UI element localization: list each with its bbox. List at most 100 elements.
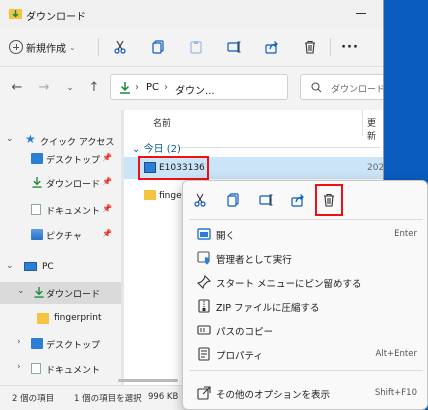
open-icon [197,228,211,240]
folder-icon [144,190,156,200]
document-icon [31,363,41,374]
title-bar: ダウンロード [0,0,383,28]
folder-icon [37,313,49,324]
desktop-icon [31,153,43,164]
copy-icon [227,193,239,207]
new-button-label: 新規作成 [26,43,66,55]
nav-item-pc-documents[interactable]: › ドキュメント [0,358,121,380]
column-header-name[interactable]: 名前 [153,116,171,129]
address-bar-row: ← → ⌄ ↑ › PC › ダウン... ダウンロードの [0,66,383,110]
ctx-copy-button[interactable] [222,189,244,211]
rename-icon [227,41,241,53]
up-arrow-icon[interactable]: ↑ [86,80,102,96]
menu-item-label: 管理者として実行 [216,255,292,266]
menu-item-label: プロパティ [216,351,263,362]
context-menu: 開く Enter 管理者として実行 スタート メニューにピン留めする ZIP フ… [182,180,428,410]
ctx-rename-button[interactable] [255,189,277,211]
menu-item-label: ZIP ファイルに圧縮する [216,303,320,314]
star-icon: ★ [25,132,36,146]
menu-item-compress-zip[interactable]: ZIP ファイルに圧縮する [183,295,428,317]
paste-button[interactable] [186,37,206,57]
nav-label: ピクチャ [46,232,82,242]
menu-item-label: パスのコピー [216,327,274,338]
trash-icon [305,40,315,54]
nav-label: PC [42,262,54,272]
desktop-icon [31,338,43,349]
nav-label: デスクトップ [46,341,101,351]
nav-label: ドキュメント [46,366,101,376]
zip-icon [198,299,210,313]
nav-item-pc[interactable]: ⌄ PC [0,257,121,279]
selection-highlight [138,156,209,180]
nav-item-documents[interactable]: ドキュメント 📌 [0,199,121,221]
new-button[interactable]: 新規作成 ⌄ [9,38,76,56]
breadcrumb-folder[interactable]: ダウン... [175,82,215,97]
back-arrow-icon[interactable]: ← [9,80,25,96]
file-date: 2022 [367,163,384,173]
nav-label: クイック アクセス [40,138,115,148]
chevron-right-icon: › [17,337,21,347]
menu-item-more-options[interactable]: その他のオプションを表示 Shift+F10 [183,382,428,404]
more-options-icon[interactable]: ··· [340,37,360,57]
chevron-down-icon: ⌄ [132,144,141,155]
divider [189,219,423,220]
scissors-icon [114,40,126,54]
forward-arrow-icon[interactable]: → [36,80,52,96]
menu-item-shortcut: Enter [394,229,417,239]
divider [98,38,99,56]
copy-button[interactable] [148,37,168,57]
menu-item-copy-path[interactable]: パスのコピー [183,319,428,341]
ctx-share-button[interactable] [287,189,309,211]
chevron-right-icon: › [17,362,21,372]
nav-item-pc-desktop[interactable]: › デスクトップ [0,333,121,355]
menu-item-shortcut: Shift+F10 [374,388,417,398]
address-bar[interactable]: › PC › ダウン... [110,74,288,100]
search-placeholder: ダウンロードの [331,85,383,95]
column-header-modified[interactable]: 更新 [367,116,383,142]
search-icon [311,82,322,93]
breadcrumb-pc[interactable]: PC [146,82,159,93]
document-icon [31,204,41,215]
selected-count: 1 個の項目を選択 [74,394,142,404]
horizontal-scrollbar[interactable] [118,379,178,382]
pin-icon: 📌 [102,153,112,162]
nav-item-fingerprint[interactable]: fingerprint [0,308,121,330]
navigation-pane: ⌄ ★ クイック アクセス デスクトップ 📌 ダウンロード 📌 ドキュメント 📌… [0,110,121,385]
menu-item-properties[interactable]: プロパティ Alt+Enter [183,343,428,365]
menu-item-run-as-admin[interactable]: 管理者として実行 [183,247,428,269]
download-arrow-icon [120,82,130,94]
recent-chevron-icon[interactable]: ⌄ [62,80,78,96]
menu-item-open[interactable]: 開く Enter [183,223,428,245]
download-arrow-icon [34,287,44,298]
pictures-icon [31,229,43,240]
nav-label: ダウンロード [46,180,101,190]
share-button[interactable] [262,37,282,57]
nav-label: fingerprint [54,313,102,323]
delete-highlight [315,184,343,216]
group-header-today[interactable]: ⌄ 今日 (2) [132,140,181,155]
nav-item-downloads[interactable]: ダウンロード 📌 [0,172,121,194]
divider [330,38,331,56]
download-arrow-icon [32,177,42,188]
rename-button[interactable] [224,37,244,57]
group-divider [180,147,380,148]
menu-item-label: 開く [216,231,236,242]
group-label: 今日 (2) [143,144,181,155]
menu-item-shortcut: Alt+Enter [375,349,417,359]
shield-icon [197,251,210,265]
minimize-button[interactable] [356,13,366,14]
delete-button[interactable] [300,37,320,57]
cut-button[interactable] [110,37,130,57]
ctx-cut-button[interactable] [189,189,211,211]
copy-path-icon [197,325,211,335]
chevron-down-icon: ⌄ [6,134,14,144]
copy-icon [152,40,164,54]
share-icon [265,41,278,54]
nav-item-pictures[interactable]: ピクチャ 📌 [0,224,121,246]
nav-item-desktop[interactable]: デスクトップ 📌 [0,148,121,170]
search-box[interactable]: ダウンロードの [300,74,383,100]
nav-item-pc-downloads[interactable]: ⌄ ダウンロード [0,282,121,304]
menu-item-pin-to-start[interactable]: スタート メニューにピン留めする [183,271,428,293]
computer-icon [24,262,37,271]
properties-icon [198,347,210,361]
